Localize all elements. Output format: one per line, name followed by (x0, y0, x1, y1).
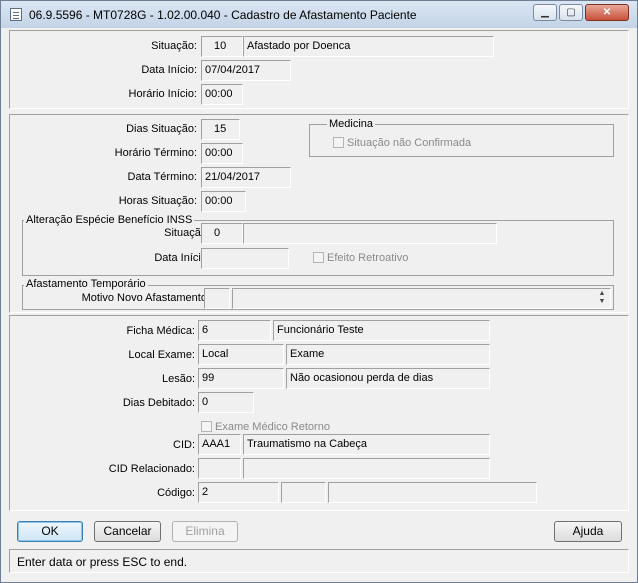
lesao-desc-field: Não ocasionou perda de dias (286, 368, 490, 389)
local-exame-desc-field: Exame (286, 344, 490, 365)
spin-arrows-icon[interactable]: ▲ ▼ (595, 290, 609, 307)
motivo-label: Motivo Novo Afastamento: (81, 292, 210, 304)
panel-periodo: Dias Situação: 15 Horário Término: 00:00… (9, 114, 629, 313)
horario-termino-field[interactable]: 00:00 (201, 143, 243, 164)
medicina-group: Medicina Situação não Confirmada (309, 118, 614, 157)
inss-situacao-desc-field (243, 223, 497, 244)
cid-relacionado-label: CID Relacionado: (108, 463, 195, 475)
local-exame-code-field[interactable]: Local (198, 344, 284, 365)
horario-termino-label: Horário Término: (114, 147, 197, 159)
dias-debitado-label: Dias Debitado: (122, 397, 195, 409)
motivo-desc-field: ▲ ▼ (232, 288, 611, 309)
codigo-label: Código: (157, 487, 195, 499)
situacao-desc-field: Afastado por Doenca (243, 36, 494, 57)
ajuda-button[interactable]: Ajuda (554, 521, 622, 542)
inss-situacao-code-field[interactable]: 0 (201, 223, 243, 244)
close-button[interactable]: ✕ (585, 4, 629, 21)
afastamento-group-title: Afastamento Temporário (24, 278, 148, 290)
panel-situacao: Situação: 10 Afastado por Doenca Data In… (9, 30, 629, 109)
ficha-medica-label: Ficha Médica: (126, 325, 195, 337)
panel-exame: Ficha Médica: 6 Funcionário Teste Local … (9, 315, 629, 511)
cid-relacionado-code-field[interactable] (198, 458, 241, 479)
application-window: 06.9.5596 - MT0728G - 1.02.00.040 - Cada… (0, 0, 638, 583)
codigo-field-1[interactable]: 2 (198, 482, 279, 503)
lesao-label: Lesão: (161, 373, 195, 385)
maximize-button[interactable]: ▢ (559, 4, 583, 21)
minimize-button[interactable]: ▁ (533, 4, 557, 21)
data-inicio-field[interactable]: 07/04/2017 (201, 60, 291, 81)
dias-debitado-field[interactable]: 0 (198, 392, 254, 413)
cid-label: CID: (173, 439, 195, 451)
afastamento-group: Afastamento Temporário Motivo Novo Afast… (22, 278, 614, 310)
horas-situacao-label: Horas Situação: (118, 195, 197, 207)
horas-situacao-field[interactable]: 00:00 (201, 191, 246, 212)
medicina-group-title: Medicina (327, 118, 376, 130)
situacao-code-field[interactable]: 10 (201, 36, 243, 57)
inss-group-title: Alteração Espécie Benefício INSS (24, 214, 195, 226)
horario-inicio-field[interactable]: 00:00 (201, 84, 243, 105)
dias-situacao-field[interactable]: 15 (201, 119, 240, 140)
window-title: 06.9.5596 - MT0728G - 1.02.00.040 - Cada… (29, 8, 417, 22)
ficha-medica-code-field[interactable]: 6 (198, 320, 271, 341)
exame-medico-retorno-checkbox[interactable]: Exame Médico Retorno (201, 421, 330, 433)
inss-data-inicio-field[interactable] (201, 248, 289, 269)
data-inicio-label: Data Início: (141, 64, 197, 76)
exame-medico-retorno-label: Exame Médico Retorno (215, 421, 330, 433)
motivo-code-field[interactable] (204, 288, 230, 309)
dias-situacao-label: Dias Situação: (126, 123, 197, 135)
efeito-retroativo-label: Efeito Retroativo (327, 252, 409, 264)
cid-relacionado-desc-field (243, 458, 490, 479)
cid-desc-field: Traumatismo na Cabeça (243, 434, 490, 455)
app-icon (10, 8, 22, 21)
cancelar-button[interactable]: Cancelar (94, 521, 161, 542)
codigo-field-3 (328, 482, 537, 503)
situacao-nao-confirmada-checkbox[interactable]: Situação não Confirmada (333, 137, 471, 149)
efeito-retroativo-checkbox[interactable]: Efeito Retroativo (313, 252, 408, 264)
situacao-nao-confirmada-label: Situação não Confirmada (347, 137, 472, 149)
form-area: Situação: 10 Afastado por Doenca Data In… (9, 30, 629, 511)
lesao-code-field[interactable]: 99 (198, 368, 284, 389)
elimina-button[interactable]: Elimina (172, 521, 238, 542)
ok-button[interactable]: OK (17, 521, 83, 542)
codigo-field-2[interactable] (281, 482, 326, 503)
horario-inicio-label: Horário Início: (128, 88, 197, 100)
situacao-label: Situação: (151, 40, 197, 52)
title-bar[interactable]: 06.9.5596 - MT0728G - 1.02.00.040 - Cada… (1, 1, 637, 28)
cid-code-field[interactable]: AAA1 (198, 434, 241, 455)
inss-group: Alteração Espécie Benefício INSS Situaçã… (22, 214, 614, 276)
ficha-medica-desc-field: Funcionário Teste (273, 320, 490, 341)
status-bar: Enter data or press ESC to end. (9, 549, 629, 573)
data-termino-label: Data Término: (127, 171, 198, 183)
data-termino-field[interactable]: 21/04/2017 (201, 167, 291, 188)
local-exame-label: Local Exame: (128, 349, 195, 361)
